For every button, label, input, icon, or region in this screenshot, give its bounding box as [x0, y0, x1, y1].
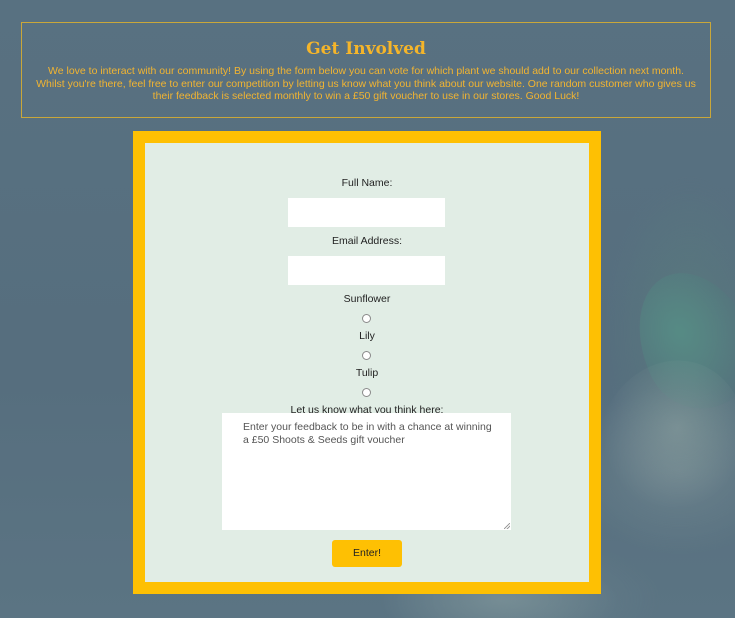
feedback-form: Full Name: Email Address: Sunflower Lily… — [145, 143, 589, 582]
radio-sunflower[interactable] — [362, 314, 371, 323]
full-name-label: Full Name: — [341, 177, 393, 189]
radio-lily[interactable] — [362, 351, 371, 360]
full-name-input[interactable] — [288, 198, 445, 227]
email-label: Email Address: — [331, 235, 403, 247]
section-description: We love to interact with our community! … — [36, 65, 696, 102]
resize-grip-icon[interactable] — [504, 523, 510, 529]
get-involved-section: Get Involved We love to interact with ou… — [21, 22, 711, 118]
section-title: Get Involved — [306, 39, 426, 59]
feedback-textarea[interactable]: Enter your feedback to be in with a chan… — [222, 413, 511, 530]
enter-button[interactable]: Enter! — [332, 540, 402, 567]
radio-label-lily: Lily — [359, 330, 375, 342]
radio-tulip[interactable] — [362, 388, 371, 397]
radio-label-sunflower: Sunflower — [343, 293, 391, 305]
succulent-leaf-decoration — [583, 343, 735, 527]
feedback-placeholder: Enter your feedback to be in with a chan… — [243, 421, 492, 446]
feedback-form-frame: Full Name: Email Address: Sunflower Lily… — [133, 131, 601, 594]
email-input[interactable] — [288, 256, 445, 285]
radio-label-tulip: Tulip — [355, 367, 379, 379]
